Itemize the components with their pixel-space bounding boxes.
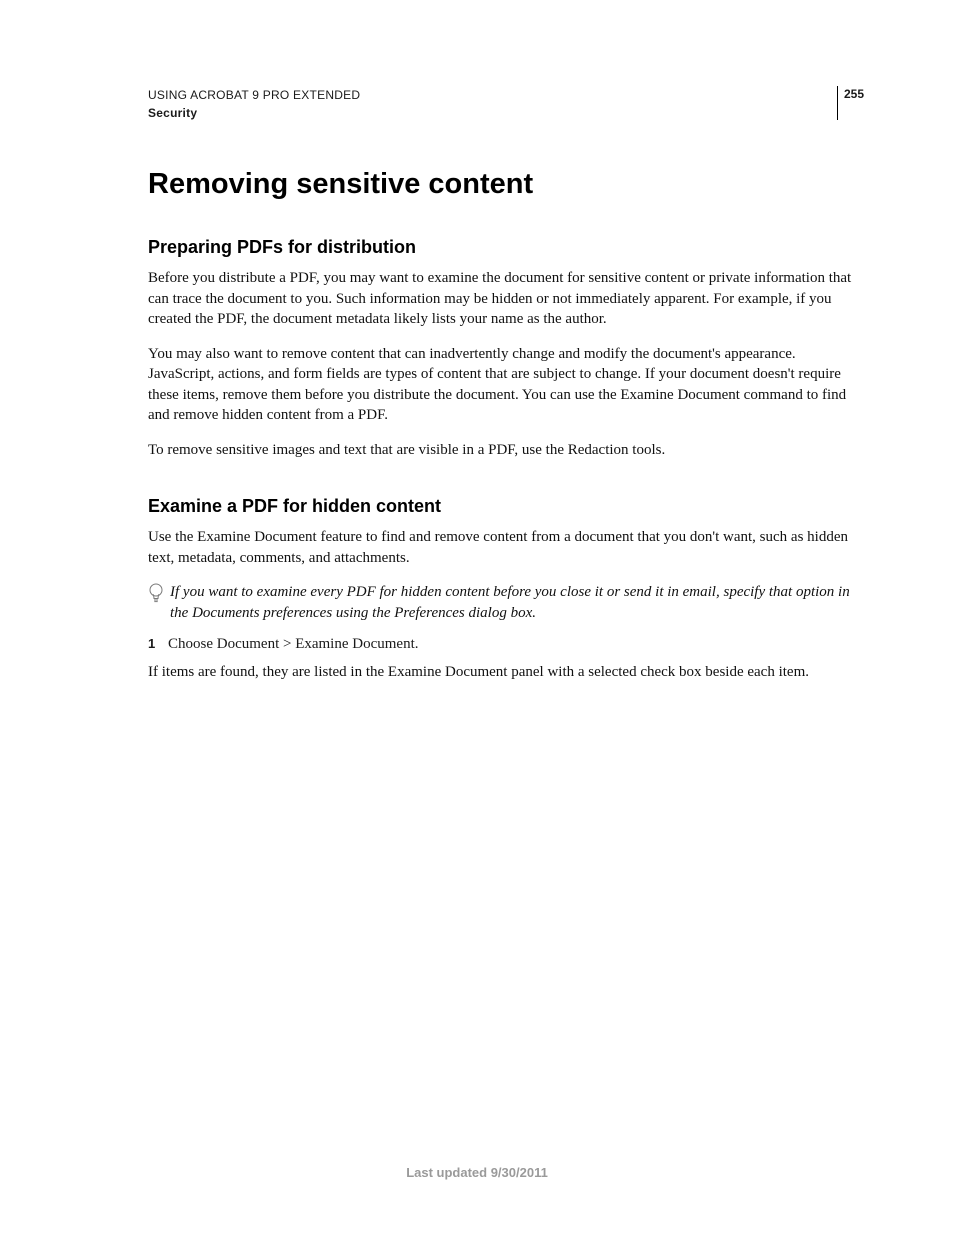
body-paragraph: You may also want to remove content that…: [148, 344, 864, 426]
body-paragraph: If items are found, they are listed in t…: [148, 662, 864, 683]
section-heading-examine: Examine a PDF for hidden content: [148, 496, 864, 517]
body-paragraph: Use the Examine Document feature to find…: [148, 527, 864, 568]
body-paragraph: Before you distribute a PDF, you may wan…: [148, 268, 864, 330]
page-header: USING ACROBAT 9 PRO EXTENDED Security 25…: [148, 86, 864, 122]
page-number-rule: [837, 86, 838, 120]
header-section-name: Security: [148, 104, 360, 122]
lightbulb-icon: [148, 583, 168, 610]
body-paragraph: To remove sensitive images and text that…: [148, 440, 864, 461]
section-heading-preparing: Preparing PDFs for distribution: [148, 237, 864, 258]
header-product-title: USING ACROBAT 9 PRO EXTENDED: [148, 86, 360, 104]
page-number: 255: [844, 86, 864, 101]
step-number: 1: [148, 636, 168, 651]
page-title: Removing sensitive content: [148, 168, 864, 201]
page-number-wrap: 255: [837, 86, 864, 120]
document-page: USING ACROBAT 9 PRO EXTENDED Security 25…: [0, 0, 954, 1235]
header-left: USING ACROBAT 9 PRO EXTENDED Security: [148, 86, 360, 122]
tip-text: If you want to examine every PDF for hid…: [170, 582, 864, 623]
page-content: Removing sensitive content Preparing PDF…: [148, 168, 864, 683]
step-row: 1 Choose Document > Examine Document.: [148, 634, 864, 655]
step-text: Choose Document > Examine Document.: [168, 634, 419, 655]
tip-block: If you want to examine every PDF for hid…: [148, 582, 864, 623]
page-footer: Last updated 9/30/2011: [0, 1165, 954, 1180]
